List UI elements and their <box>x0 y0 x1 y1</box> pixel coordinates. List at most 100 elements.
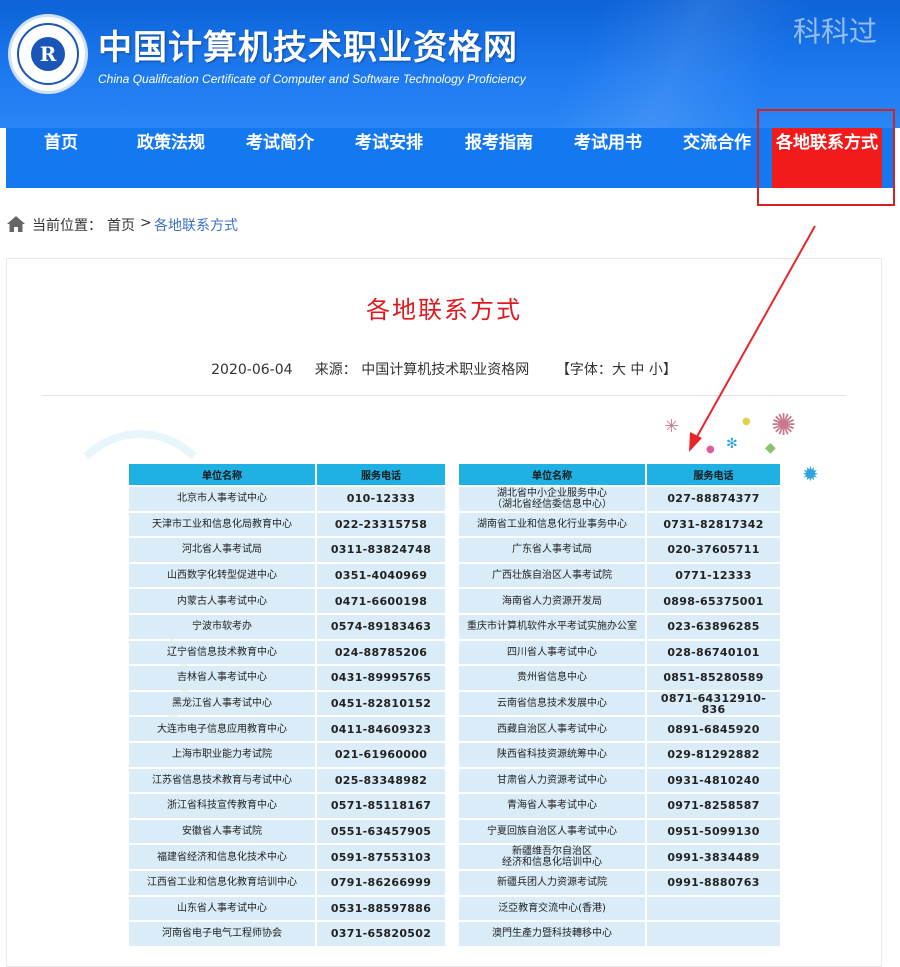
phone-cell: 0851-85280589 <box>647 666 780 690</box>
org-name-cell: 河南省电子电气工程师协会 <box>129 922 315 946</box>
dot-decoration: ● <box>742 416 751 427</box>
table-row: 广西壮族自治区人事考试院 0771-12333 <box>459 563 780 588</box>
org-name-cell: 西藏自治区人事考试中心 <box>459 717 645 741</box>
org-name-cell: 甘肃省人力资源考试中心 <box>459 768 645 793</box>
org-name-cell: 河北省人事考试局 <box>129 538 315 562</box>
org-name-cell: 江西省工业和信息化教育培训中心 <box>129 870 315 895</box>
contacts-table-left: 单位名称 服务电话 北京市人事考试中心 010-12333 天津市工业和信息化局教育… <box>127 462 447 948</box>
logo-letter: R <box>31 37 65 71</box>
phone-cell: 0351-4040969 <box>317 563 445 588</box>
sparkle-decoration: ✳ <box>664 416 680 437</box>
font-small-button[interactable]: 小 <box>649 362 663 378</box>
nav-item-exam-schedule[interactable]: 考试安排 <box>334 128 444 188</box>
org-name-cell: 四川省人事考试中心 <box>459 640 645 665</box>
table-row: 辽宁省信息技术教育中心 024-88785206 <box>129 640 445 665</box>
phone-cell: 023-63896285 <box>647 614 780 639</box>
org-name-cell: 安徽省人事考试院 <box>129 819 315 844</box>
breadcrumb-current[interactable]: 各地联系方式 <box>154 215 238 235</box>
column-header-name: 单位名称 <box>129 464 315 485</box>
phone-cell: 0571-85118167 <box>317 794 445 818</box>
phone-cell: 020-37605711 <box>647 538 780 562</box>
org-name-cell: 湖南省工业和信息化行业事务中心 <box>459 512 645 537</box>
org-name-cell: 辽宁省信息技术教育中心 <box>129 640 315 665</box>
phone-cell: 0771-12333 <box>647 563 780 588</box>
org-name-cell: 浙江省科技宣传教育中心 <box>129 794 315 818</box>
table-row: 福建省经济和信息化技术中心 0591-87553103 <box>129 845 445 869</box>
nav-item-exam-books[interactable]: 考试用书 <box>554 128 662 188</box>
table-row: 江苏省信息技术教育与考试中心 025-83348982 <box>129 768 445 793</box>
nav-item-exam-intro[interactable]: 考试简介 <box>226 128 334 188</box>
breadcrumb-home-link[interactable]: 首页 <box>107 215 135 235</box>
org-name-cell: 青海省人事考试中心 <box>459 794 645 818</box>
phone-cell: 028-86740101 <box>647 640 780 665</box>
org-name-cell: 北京市人事考试中心 <box>129 487 315 511</box>
article-date: 2020-06-04 <box>211 362 293 378</box>
article-title: 各地联系方式 <box>366 296 522 324</box>
org-name-cell: 山西数字化转型促进中心 <box>129 563 315 588</box>
breadcrumb-separator: > <box>140 215 152 231</box>
table-row: 甘肃省人力资源考试中心 0931-4810240 <box>459 768 780 793</box>
phone-cell: 029-81292882 <box>647 742 780 767</box>
table-row: 澳門生產力暨科技轉移中心 <box>459 922 780 946</box>
phone-cell: 0931-4810240 <box>647 768 780 793</box>
phone-cell: 0431-89995765 <box>317 666 445 690</box>
column-header-phone: 服务电话 <box>647 464 780 485</box>
column-header-phone: 服务电话 <box>317 464 445 485</box>
org-name-cell: 宁夏回族自治区人事考试中心 <box>459 819 645 844</box>
phone-cell: 025-83348982 <box>317 768 445 793</box>
nav-item-policy[interactable]: 政策法规 <box>116 128 226 188</box>
org-name-cell: 贵州省信息中心 <box>459 666 645 690</box>
font-size-label: 【字体： <box>555 362 612 378</box>
article-source: 中国计算机技术职业资格网 <box>361 362 530 378</box>
site-subtitle: China Qualification Certificate of Compu… <box>98 72 526 86</box>
site-logo[interactable]: R <box>8 14 88 94</box>
site-title[interactable]: 中国计算机技术职业资格网 <box>98 20 518 69</box>
phone-cell <box>647 896 780 921</box>
table-row: 吉林省人事考试中心 0431-89995765 <box>129 666 445 690</box>
article-meta: 2020-06-04 来源： 中国计算机技术职业资格网 【字体：大 中 小】 <box>0 359 888 379</box>
phone-cell: 0574-89183463 <box>317 614 445 639</box>
breadcrumb-prefix: 当前位置： <box>32 218 102 234</box>
nav-item-apply-guide[interactable]: 报考指南 <box>444 128 554 188</box>
table-row: 湖南省工业和信息化行业事务中心 0731-82817342 <box>459 512 780 537</box>
table-row: 安徽省人事考试院 0551-63457905 <box>129 819 445 844</box>
org-name-cell: 新疆兵团人力资源考试院 <box>459 870 645 895</box>
meta-divider <box>42 395 846 396</box>
table-row: 泛亞教育交流中心(香港) <box>459 896 780 921</box>
font-large-button[interactable]: 大 <box>612 362 626 378</box>
org-name-cell: 吉林省人事考试中心 <box>129 666 315 690</box>
phone-cell: 0991-8880763 <box>647 870 780 895</box>
table-row: 新疆维吾尔自治区 经济和信息化培训中心 0991-3834489 <box>459 845 780 869</box>
org-name-cell: 天津市工业和信息化局教育中心 <box>129 512 315 537</box>
table-row: 上海市职业能力考试院 021-61960000 <box>129 742 445 767</box>
phone-cell: 0791-86266999 <box>317 870 445 895</box>
font-medium-button[interactable]: 中 <box>630 362 644 378</box>
phone-cell: 0311-83824748 <box>317 538 445 562</box>
column-header-name: 单位名称 <box>459 464 645 485</box>
phone-cell <box>647 922 780 946</box>
org-name-cell: 澳門生產力暨科技轉移中心 <box>459 922 645 946</box>
phone-cell: 010-12333 <box>317 487 445 511</box>
nav-item-home[interactable]: 首页 <box>6 128 116 188</box>
org-name-cell: 广西壮族自治区人事考试院 <box>459 563 645 588</box>
table-row: 浙江省科技宣传教育中心 0571-85118167 <box>129 794 445 818</box>
phone-cell: 0451-82810152 <box>317 691 445 716</box>
phone-cell: 0371-65820502 <box>317 922 445 946</box>
org-name-cell: 宁波市软考办 <box>129 614 315 639</box>
page-root: R 中国计算机技术职业资格网 China Qualification Certi… <box>0 0 900 967</box>
table-row: 北京市人事考试中心 010-12333 <box>129 487 445 511</box>
org-name-cell: 山东省人事考试中心 <box>129 896 315 921</box>
table-row: 宁波市软考办 0574-89183463 <box>129 614 445 639</box>
org-name-cell: 上海市职业能力考试院 <box>129 742 315 767</box>
org-name-cell: 内蒙古人事考试中心 <box>129 589 315 613</box>
font-size-close: 】 <box>662 362 677 378</box>
table-row: 贵州省信息中心 0851-85280589 <box>459 666 780 690</box>
dot-decoration: ● <box>706 444 715 455</box>
nav-item-cooperation[interactable]: 交流合作 <box>662 128 772 188</box>
org-name-cell: 泛亞教育交流中心(香港) <box>459 896 645 921</box>
table-row: 大连市电子信息应用教育中心 0411-84609323 <box>129 717 445 741</box>
org-name-cell: 广东省人事考试局 <box>459 538 645 562</box>
table-row: 江西省工业和信息化教育培训中心 0791-86266999 <box>129 870 445 895</box>
contacts-table-right: 单位名称 服务电话 湖北省中小企业服务中心 （湖北省经信委信息中心） 027-88… <box>457 462 782 948</box>
watermark-text: 科科过 <box>793 15 878 48</box>
